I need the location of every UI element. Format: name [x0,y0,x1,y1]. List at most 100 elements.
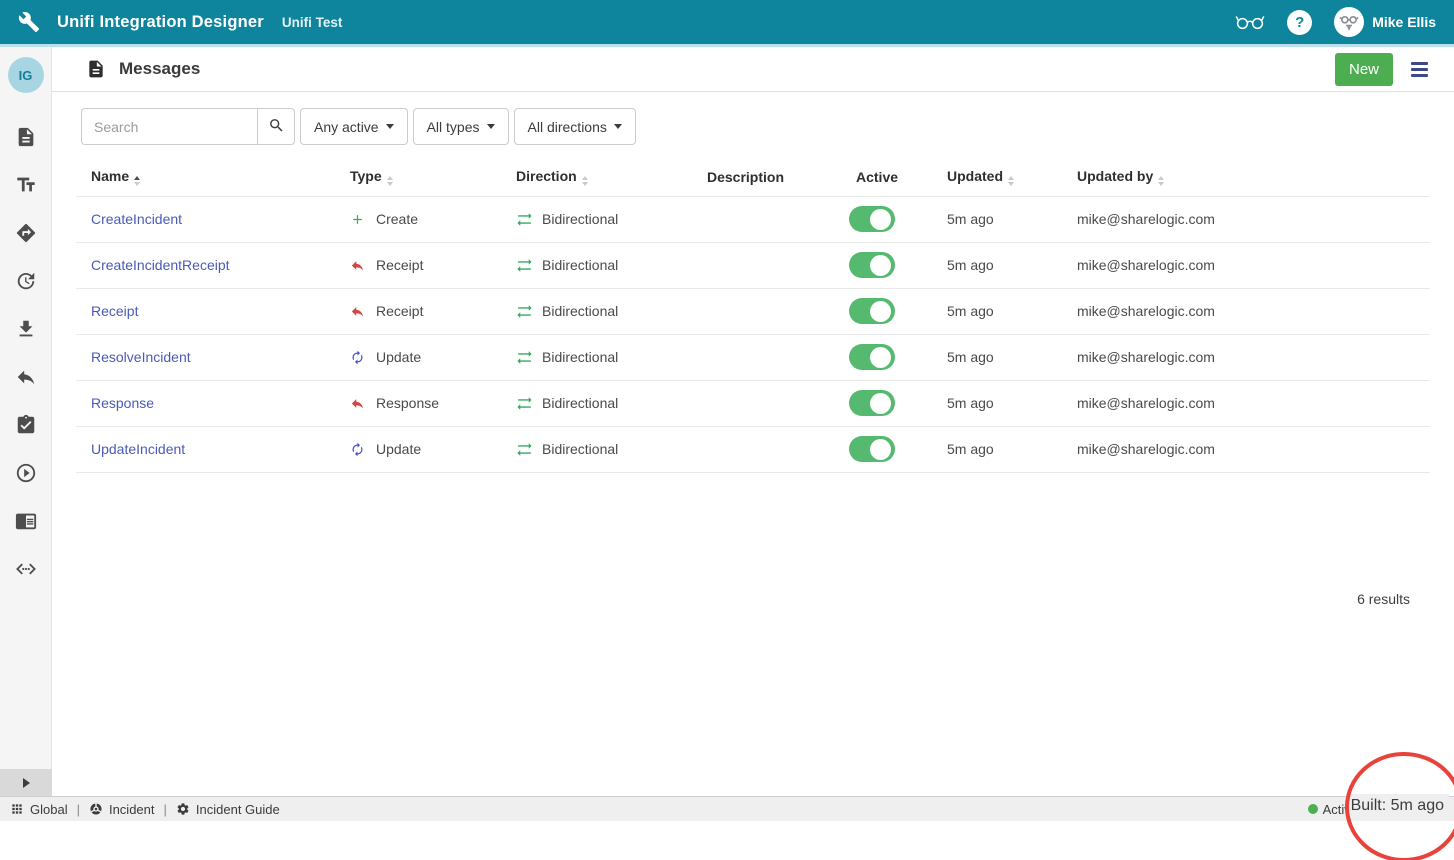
bidirectional-icon [516,395,533,412]
document-icon [15,126,37,148]
message-name-link[interactable]: CreateIncidentReceipt [91,257,230,273]
direction-label: Bidirectional [542,303,618,319]
active-toggle[interactable] [849,252,895,278]
text-fields-icon [15,174,37,196]
type-label: Update [376,349,421,365]
message-name-link[interactable]: ResolveIncident [91,349,191,365]
column-header-type[interactable]: Type [335,158,501,196]
sort-icon [582,176,588,186]
active-toggle[interactable] [849,344,895,370]
sidebar-item-directions[interactable] [15,222,37,244]
active-toggle[interactable] [849,206,895,232]
expand-arrow-icon [23,778,30,788]
status-dot-icon [1308,804,1318,814]
bidirectional-icon [516,303,533,320]
direction-label: Bidirectional [542,441,618,457]
user-name: Mike Ellis [1372,14,1436,30]
column-header-name[interactable]: Name [76,158,335,196]
code-icon [15,558,37,580]
description-cell [692,288,841,334]
message-name-link[interactable]: UpdateIncident [91,441,185,457]
download-icon [15,318,37,340]
breadcrumb-item-incident-guide[interactable]: Incident Guide [176,802,280,817]
updated-cell: 5m ago [932,242,1062,288]
chevron-down-icon [386,124,394,129]
updated-cell: 5m ago [932,196,1062,242]
sidebar-item-play-circle[interactable] [15,462,37,484]
description-cell [692,426,841,472]
search-input[interactable] [81,108,257,145]
message-name-link[interactable]: Response [91,395,154,411]
plus-icon [350,212,365,227]
directions-icon [15,222,37,244]
apps-grid-icon [10,802,24,816]
table-row: CreateIncidentCreateBidirectional5m agom… [76,196,1430,242]
user-menu[interactable]: Mike Ellis [1334,7,1436,37]
description-cell [692,196,841,242]
glasses-icon[interactable] [1235,13,1265,31]
updated-by-cell: mike@sharelogic.com [1062,426,1430,472]
sidebar-expand-button[interactable] [0,769,52,796]
column-header-updated-by[interactable]: Updated by [1062,158,1430,196]
chevron-down-icon [487,124,495,129]
column-header-updated[interactable]: Updated [932,158,1062,196]
table-row: ResolveIncidentUpdateBidirectional5m ago… [76,334,1430,380]
updated-by-cell: mike@sharelogic.com [1062,242,1430,288]
sidebar-item-book[interactable] [15,510,37,532]
new-button[interactable]: New [1335,53,1393,86]
page-header: Messages New [52,47,1454,92]
bidirectional-icon [516,257,533,274]
incident-wheel-icon [89,802,103,816]
direction-label: Bidirectional [542,395,618,411]
sidebar-item-code[interactable] [15,558,37,580]
type-label: Update [376,441,421,457]
filter-active-dropdown[interactable]: Any active [300,108,408,145]
toolbar: Any active All types All directions [81,108,1430,145]
gear-icon [176,802,190,816]
table-row: ReceiptReceiptBidirectional5m agomike@sh… [76,288,1430,334]
column-header-direction[interactable]: Direction [501,158,692,196]
play-circle-icon [15,462,37,484]
assignment-icon [15,414,37,436]
sidebar-item-download[interactable] [15,318,37,340]
built-timestamp: Built: 5m ago [1346,794,1449,819]
bidirectional-icon [516,349,533,366]
sidebar-avatar[interactable]: IG [8,57,44,93]
sidebar-item-reply[interactable] [15,366,37,388]
message-name-link[interactable]: CreateIncident [91,211,182,227]
filter-directions-dropdown[interactable]: All directions [514,108,636,145]
reply-icon [350,304,365,319]
app-subtitle: Unifi Test [282,15,343,30]
description-cell [692,242,841,288]
results-count: 6 results [52,473,1454,607]
breadcrumb-item-incident[interactable]: Incident [89,802,155,817]
app-header: Unifi Integration Designer Unifi Test ? … [0,0,1454,44]
breadcrumb-separator: | [77,802,80,817]
sidebar-item-update[interactable] [15,270,37,292]
active-toggle[interactable] [849,436,895,462]
sidebar-item-text-fields[interactable] [15,174,37,196]
menu-icon[interactable] [1411,62,1428,77]
reply-icon [350,396,365,411]
search-icon [268,117,285,137]
sort-icon [1008,176,1014,186]
sidebar-item-document[interactable] [15,126,37,148]
active-toggle[interactable] [849,390,895,416]
updated-cell: 5m ago [932,380,1062,426]
bidirectional-icon [516,441,533,458]
messages-table: NameTypeDirectionDescriptionActiveUpdate… [76,158,1430,473]
updated-by-cell: mike@sharelogic.com [1062,288,1430,334]
search-button[interactable] [257,108,295,145]
filter-types-dropdown[interactable]: All types [413,108,509,145]
active-toggle[interactable] [849,298,895,324]
type-label: Create [376,211,418,227]
message-name-link[interactable]: Receipt [91,303,138,319]
direction-label: Bidirectional [542,349,618,365]
sidebar-item-assignment[interactable] [15,414,37,436]
sort-icon [134,176,140,186]
updated-by-cell: mike@sharelogic.com [1062,334,1430,380]
messages-table-body: CreateIncidentCreateBidirectional5m agom… [76,196,1430,472]
breadcrumb-item-global[interactable]: Global [10,802,68,817]
help-button[interactable]: ? [1287,10,1312,35]
direction-label: Bidirectional [542,211,618,227]
